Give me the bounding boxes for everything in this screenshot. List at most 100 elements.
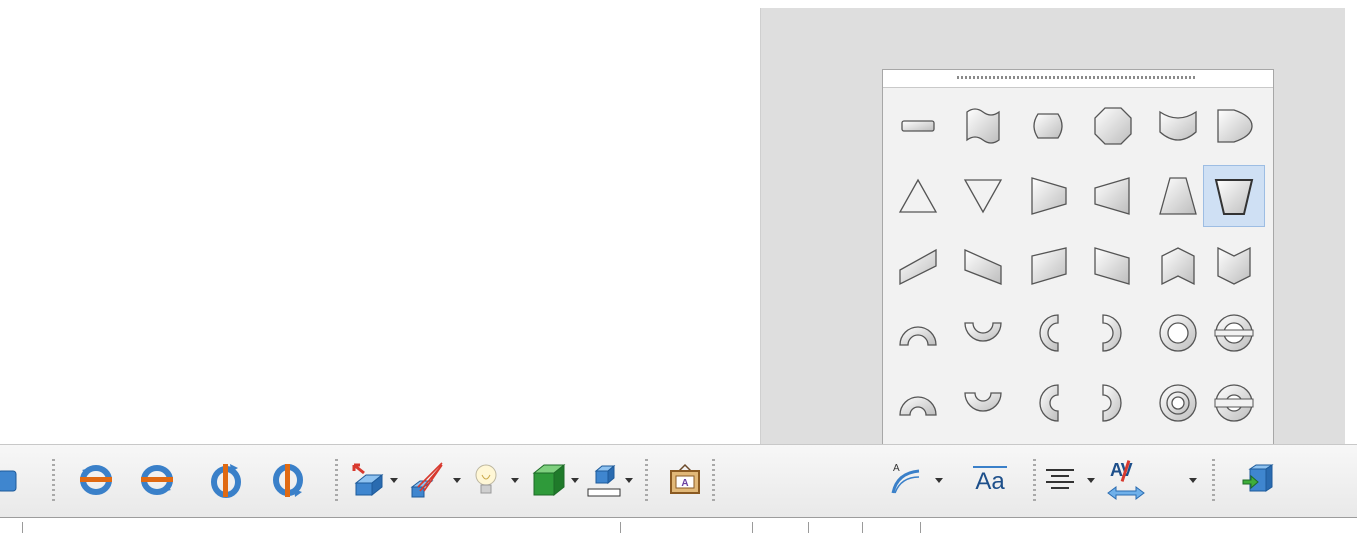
curve-right-icon	[1217, 109, 1253, 143]
depth-dropdown[interactable]	[387, 471, 401, 489]
skew-left-icon	[1094, 247, 1130, 285]
fontwork-same-letter-heights-button[interactable]: Aa	[970, 457, 1010, 503]
parallelogram-right-icon	[964, 248, 1002, 285]
fontwork-shape-dropdown[interactable]	[932, 471, 946, 489]
shape-triangle-down[interactable]	[952, 165, 1014, 227]
rotate-right-icon	[273, 464, 303, 497]
ring-thick-icon	[1159, 384, 1197, 422]
shape-arc-top-thick[interactable]	[887, 372, 949, 434]
fontwork-character-spacing-button[interactable]: AV	[1106, 457, 1146, 503]
tilt-up-button[interactable]	[137, 457, 177, 503]
shapes-panel	[882, 69, 1274, 446]
svg-text:A: A	[893, 463, 900, 474]
character-spacing-dropdown[interactable]	[1186, 471, 1200, 489]
shape-chevron-left-shape[interactable]	[1082, 165, 1144, 227]
arc-top-thick-icon	[899, 396, 937, 416]
shape-ring-split-thick[interactable]	[1203, 372, 1265, 434]
house-shape-icon	[1161, 247, 1195, 286]
cube-partial-icon	[0, 470, 17, 492]
shape-ring[interactable]	[1147, 302, 1209, 364]
shape-parallelogram-left[interactable]	[887, 235, 949, 297]
tilt-right-button[interactable]	[268, 457, 308, 503]
arc-right-thick-icon	[1102, 384, 1122, 422]
direction-button[interactable]	[406, 457, 446, 503]
shape-arc-left[interactable]	[1017, 302, 1079, 364]
lighting-button[interactable]	[466, 457, 506, 503]
direction-icon	[410, 462, 443, 498]
parallelogram-left-icon	[899, 248, 937, 286]
tilt-left-button[interactable]	[206, 457, 246, 503]
rotate-down-icon	[80, 465, 112, 495]
shape-arc-top[interactable]	[887, 302, 949, 364]
shape-skew-left[interactable]	[1082, 235, 1144, 297]
rotate-left-icon	[211, 464, 241, 498]
shape-arc-left-thick[interactable]	[1017, 372, 1079, 434]
trapezoid-icon	[1159, 177, 1197, 215]
shape-arc-right[interactable]	[1082, 302, 1144, 364]
arc-left-icon	[1039, 314, 1059, 352]
arc-right-icon	[1102, 314, 1122, 352]
horizontal-ruler	[0, 517, 1357, 533]
tilt-down-button[interactable]	[76, 457, 116, 503]
flag-icon	[966, 108, 1000, 144]
depth-icon	[352, 463, 384, 497]
shape-trapezoid-inverted[interactable]	[1203, 165, 1265, 227]
ring-split-icon	[1214, 314, 1254, 352]
panel-drag-handle[interactable]	[883, 70, 1273, 88]
oval-icon	[1033, 113, 1063, 139]
text-size-icon: Aa	[973, 466, 1007, 494]
shape-trapezoid[interactable]	[1147, 165, 1209, 227]
arc-bottom-thick-icon	[964, 392, 1002, 412]
ring-icon	[1159, 314, 1197, 352]
shape-parallelogram-right[interactable]	[952, 235, 1014, 297]
surface-button[interactable]	[528, 457, 568, 503]
surface-dropdown[interactable]	[568, 471, 582, 489]
light-bulb-icon	[475, 464, 497, 494]
shape-notch-shape[interactable]	[1203, 235, 1265, 297]
shape-triangle-up[interactable]	[887, 165, 949, 227]
green-cube-icon	[532, 463, 566, 497]
rectangle-icon	[901, 120, 935, 132]
depth-button[interactable]	[348, 457, 388, 503]
align-center-icon	[1046, 469, 1074, 489]
shape-house-shape[interactable]	[1147, 235, 1209, 297]
canvas-top-strip	[760, 0, 1357, 8]
arc-top-icon	[899, 326, 937, 346]
svg-text:A: A	[681, 478, 688, 489]
shape-curve-right[interactable]	[1203, 95, 1265, 157]
skew-right-icon	[1031, 247, 1067, 285]
shape-skew-right[interactable]	[1017, 235, 1079, 297]
arc-bottom-icon	[964, 322, 1002, 342]
shape-flag[interactable]	[952, 95, 1014, 157]
lighting-dropdown[interactable]	[508, 471, 522, 489]
triangle-down-icon	[963, 179, 1003, 214]
trapezoid-inverted-icon	[1214, 179, 1254, 215]
3d-color-dropdown[interactable]	[622, 471, 636, 489]
picture-frame-icon: A	[670, 463, 700, 494]
fontwork-shape-button[interactable]: A	[885, 455, 925, 501]
cup-icon	[1159, 110, 1197, 141]
3d-color-button[interactable]	[584, 457, 624, 503]
shape-chevron-right-shape[interactable]	[1017, 165, 1079, 227]
shape-oval[interactable]	[1017, 95, 1079, 157]
insert-fontwork-button[interactable]	[1238, 457, 1278, 503]
shape-octagon[interactable]	[1082, 95, 1144, 157]
shape-arc-bottom[interactable]	[952, 302, 1014, 364]
document-canvas	[0, 0, 760, 445]
extrusion-toggle-button[interactable]	[0, 457, 34, 503]
shape-ring-split[interactable]	[1203, 302, 1265, 364]
chevron-right-shape-icon	[1031, 177, 1067, 215]
notch-shape-icon	[1217, 246, 1251, 285]
ring-split-thick-icon	[1214, 384, 1254, 422]
chevron-left-shape-icon	[1094, 177, 1130, 215]
shape-ring-thick[interactable]	[1147, 372, 1209, 434]
fontwork-frame-button[interactable]: A	[665, 457, 705, 503]
fontwork-alignment-dropdown[interactable]	[1084, 471, 1098, 489]
shape-rectangle[interactable]	[887, 95, 949, 157]
shape-arc-bottom-thick[interactable]	[952, 372, 1014, 434]
shape-cup[interactable]	[1147, 95, 1209, 157]
direction-dropdown[interactable]	[450, 471, 464, 489]
character-spacing-icon: AV	[1106, 458, 1146, 502]
shape-arc-right-thick[interactable]	[1082, 372, 1144, 434]
fontwork-alignment-button[interactable]	[1040, 457, 1080, 503]
